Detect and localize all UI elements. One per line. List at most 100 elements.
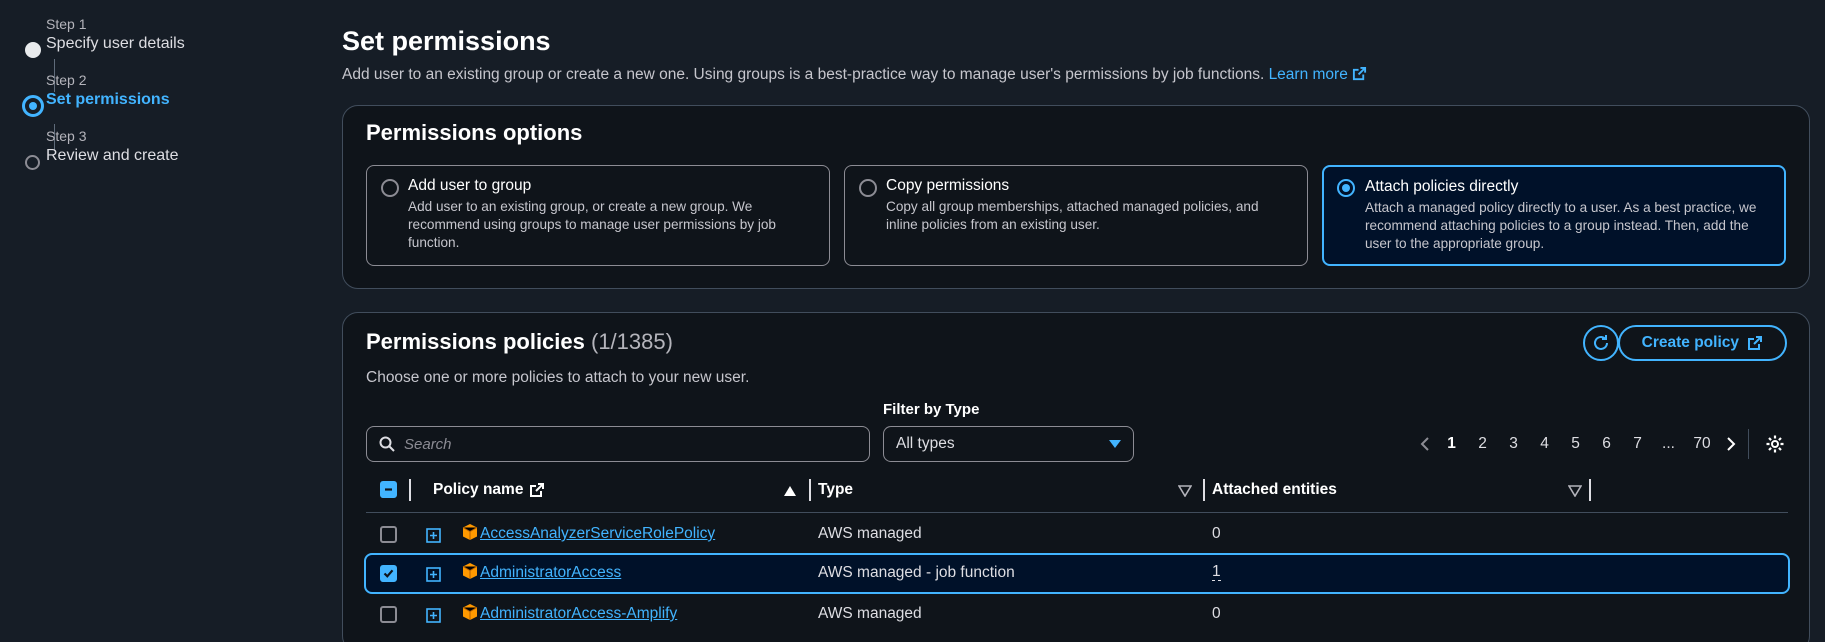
- gear-icon[interactable]: [1765, 434, 1785, 454]
- minus-icon: [385, 488, 392, 491]
- page-button[interactable]: 3: [1498, 435, 1529, 453]
- policy-type: AWS managed: [818, 525, 922, 542]
- step-current-icon: [22, 95, 44, 117]
- divider: [1748, 429, 1749, 459]
- step-label: Specify user details: [46, 35, 185, 52]
- step-number: Step 2: [46, 72, 87, 88]
- page-button[interactable]: 70: [1684, 435, 1720, 453]
- table-row-selected[interactable]: AdministratorAccess AWS managed - job fu…: [364, 553, 1790, 594]
- refresh-icon: [1594, 335, 1608, 350]
- policies-title-text: Permissions policies: [366, 329, 585, 354]
- page-description: Add user to an existing group or create …: [342, 66, 1367, 84]
- sort-ascending-icon[interactable]: [783, 485, 797, 497]
- step-pending-icon: [25, 155, 40, 170]
- check-icon: [383, 569, 394, 578]
- package-icon: [462, 524, 478, 540]
- radio-button-selected[interactable]: [1337, 179, 1355, 197]
- package-icon: [462, 604, 478, 620]
- expand-icon[interactable]: [426, 528, 441, 543]
- policy-type: AWS managed - job function: [818, 564, 1015, 581]
- column-header-policy-name[interactable]: Policy name: [433, 481, 545, 499]
- column-label: Policy name: [433, 481, 524, 498]
- previous-page-button[interactable]: [1414, 436, 1436, 452]
- search-box: [366, 426, 870, 462]
- options-title: Permissions options: [366, 120, 583, 145]
- option-description: Add user to an existing group, or create…: [408, 199, 776, 250]
- attached-entities: 0: [1212, 525, 1221, 542]
- option-add-user-to-group[interactable]: Add user to group Add user to an existin…: [366, 165, 830, 266]
- wizard-steps: Step 1 Specify user details Step 2 Set p…: [22, 14, 322, 191]
- policy-name-link[interactable]: AccessAnalyzerServiceRolePolicy: [480, 525, 715, 543]
- row-checkbox[interactable]: [380, 606, 397, 623]
- step-2[interactable]: Step 2 Set permissions: [22, 72, 322, 135]
- chevron-left-icon: [1420, 437, 1429, 451]
- attached-entities-link[interactable]: 1: [1212, 564, 1221, 581]
- page-button[interactable]: 7: [1622, 435, 1653, 453]
- sort-icon[interactable]: [1178, 485, 1192, 497]
- step-number: Step 3: [46, 128, 87, 144]
- option-description: Copy all group memberships, attached man…: [886, 199, 1259, 232]
- attached-entities: 0: [1212, 605, 1221, 622]
- option-title: Add user to group: [408, 177, 532, 194]
- radio-button[interactable]: [859, 179, 877, 197]
- table-row[interactable]: AccessAnalyzerServiceRolePolicy AWS mana…: [366, 515, 1788, 553]
- caret-down-icon: [1109, 440, 1121, 448]
- radio-button[interactable]: [381, 179, 399, 197]
- search-input[interactable]: [404, 435, 844, 453]
- column-divider: [409, 479, 411, 501]
- column-label: Type: [818, 481, 854, 498]
- step-label: Set permissions: [46, 91, 170, 108]
- chevron-right-icon: [1727, 437, 1736, 451]
- create-policy-label: Create policy: [1641, 334, 1739, 351]
- policy-type: AWS managed: [818, 605, 922, 622]
- option-attach-policies-directly[interactable]: Attach policies directly Attach a manage…: [1322, 165, 1786, 266]
- step-done-icon: [25, 42, 41, 58]
- policies-title: Permissions policies (1/1385): [366, 329, 673, 355]
- policies-description: Choose one or more policies to attach to…: [366, 369, 750, 386]
- column-divider: [1589, 479, 1591, 501]
- select-all-checkbox[interactable]: [380, 481, 397, 498]
- filter-type-value: All types: [896, 435, 955, 452]
- step-label: Review and create: [46, 147, 179, 164]
- page-title: Set permissions: [342, 26, 551, 56]
- row-checkbox[interactable]: [380, 526, 397, 543]
- step-3[interactable]: Step 3 Review and create: [22, 128, 322, 191]
- create-policy-button[interactable]: Create policy: [1617, 325, 1787, 361]
- permissions-policies-card: Permissions policies (1/1385) Create pol…: [342, 312, 1810, 642]
- external-link-icon: [1352, 66, 1366, 81]
- option-description: Attach a managed policy directly to a us…: [1365, 200, 1757, 251]
- page-button-current[interactable]: 1: [1436, 435, 1467, 453]
- learn-more-link[interactable]: Learn more: [1269, 66, 1367, 83]
- row-checkbox-checked[interactable]: [380, 565, 397, 582]
- column-label: Attached entities: [1212, 481, 1337, 498]
- column-divider: [809, 479, 811, 501]
- page-button[interactable]: 6: [1591, 435, 1622, 453]
- step-1[interactable]: Step 1 Specify user details: [22, 16, 322, 79]
- option-title: Copy permissions: [886, 177, 1010, 194]
- expand-icon[interactable]: [426, 567, 441, 582]
- policy-name-link[interactable]: AdministratorAccess: [480, 564, 621, 582]
- pagination: 1 2 3 4 5 6 7 ... 70: [1414, 426, 1759, 462]
- package-icon: [462, 563, 478, 579]
- next-page-button[interactable]: [1720, 436, 1742, 452]
- option-title: Attach policies directly: [1365, 178, 1519, 195]
- filter-by-type-label: Filter by Type: [883, 401, 980, 418]
- learn-more-label: Learn more: [1268, 66, 1348, 83]
- page-button[interactable]: 5: [1560, 435, 1591, 453]
- permissions-options-card: Permissions options Add user to group Ad…: [342, 105, 1810, 289]
- column-header-type[interactable]: Type: [818, 481, 853, 499]
- column-divider: [1203, 479, 1205, 501]
- policy-name-link[interactable]: AdministratorAccess-Amplify: [480, 605, 677, 623]
- policies-count: (1/1385): [591, 329, 673, 354]
- expand-icon[interactable]: [426, 608, 441, 623]
- refresh-button[interactable]: [1583, 325, 1619, 361]
- page-button[interactable]: 2: [1467, 435, 1498, 453]
- table-row[interactable]: AdministratorAccess-Amplify AWS managed …: [366, 595, 1788, 633]
- description-text: Add user to an existing group or create …: [342, 66, 1265, 83]
- page-button[interactable]: 4: [1529, 435, 1560, 453]
- filter-type-select[interactable]: All types: [883, 426, 1134, 462]
- column-header-attached-entities[interactable]: Attached entities: [1212, 481, 1337, 499]
- option-copy-permissions[interactable]: Copy permissions Copy all group membersh…: [844, 165, 1308, 266]
- search-icon: [379, 436, 395, 452]
- sort-icon[interactable]: [1568, 485, 1582, 497]
